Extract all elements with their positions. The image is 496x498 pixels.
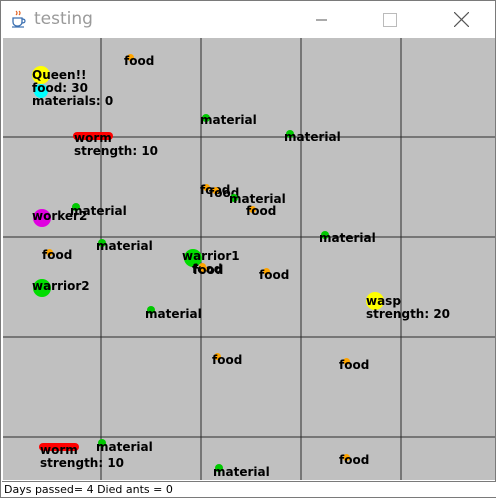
close-icon (453, 12, 469, 27)
minimize-icon (316, 19, 327, 20)
material-label: material (96, 440, 153, 454)
material-label: material (284, 130, 341, 144)
material-label: material (319, 231, 376, 245)
maximize-button[interactable] (367, 1, 413, 38)
material-label: material (145, 307, 202, 321)
java-cup-icon (10, 10, 26, 28)
food-label: food (124, 54, 155, 68)
food-label: food (339, 358, 370, 372)
food-label: food (193, 263, 224, 277)
material-label: material (213, 465, 270, 479)
food-label: food (212, 353, 243, 367)
worm-label: strength: 10 (40, 456, 125, 470)
material-label: material (229, 192, 286, 206)
queen-label: materials: 0 (32, 94, 114, 108)
title-bar[interactable]: testing (1, 1, 495, 38)
minimize-button[interactable] (299, 1, 345, 38)
food-label: food (339, 453, 370, 467)
queen-label: Queen!! (32, 68, 87, 82)
food-label: food (259, 268, 290, 282)
wasp-label: wasp (366, 294, 401, 308)
app-window: testing Queen!! food: 30 materials: 0 worm… (0, 0, 496, 498)
status-text: Days passed= 4 Died ants = 0 (4, 483, 173, 496)
queen-label: food: 30 (32, 81, 88, 95)
worm-label: worm (40, 443, 78, 457)
food-label: food (42, 248, 73, 262)
wasp-label: strength: 20 (366, 307, 451, 321)
maximize-icon (383, 12, 397, 27)
warrior-label: warrior1 (182, 249, 240, 263)
worm-label: worm (74, 131, 112, 145)
warrior-label: warrior2 (32, 279, 90, 293)
status-bar: Days passed= 4 Died ants = 0 (2, 481, 496, 497)
material-label: material (70, 204, 127, 218)
close-button[interactable] (438, 1, 484, 38)
window-title: testing (34, 9, 93, 29)
material-label: material (200, 113, 257, 127)
food-label: food (246, 204, 277, 218)
material-label: material (96, 239, 153, 253)
simulation-world: Queen!! food: 30 materials: 0 worm strength… (3, 38, 495, 480)
worm-label: strength: 10 (74, 144, 159, 158)
